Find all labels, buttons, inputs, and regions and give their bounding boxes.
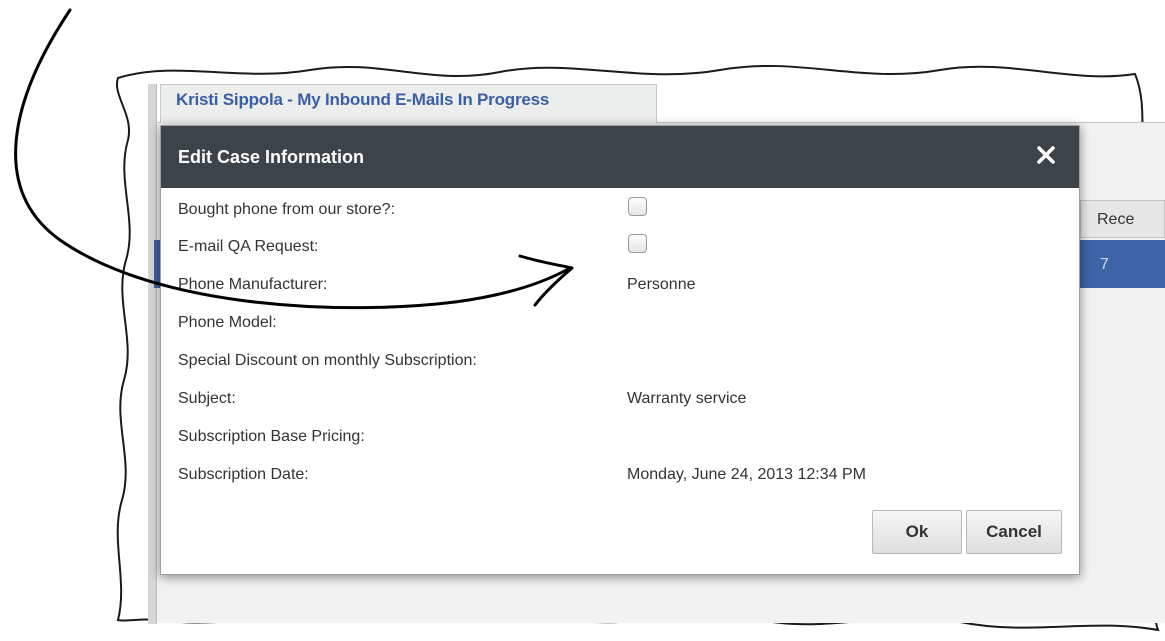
bought-phone-checkbox[interactable] bbox=[628, 197, 647, 216]
field-row-subscription-date: Subscription Date: Monday, June 24, 2013… bbox=[178, 466, 1058, 496]
background-selected-row[interactable]: 7 bbox=[1080, 240, 1165, 288]
field-row-phone-manufacturer: Phone Manufacturer: Personne bbox=[178, 276, 1058, 306]
background-column-header: Rece bbox=[1080, 200, 1165, 238]
field-value: Monday, June 24, 2013 12:34 PM bbox=[627, 466, 866, 483]
background-tab-title: Kristi Sippola - My Inbound E-Mails In P… bbox=[176, 90, 550, 109]
field-label: Subject: bbox=[178, 390, 236, 407]
cancel-button[interactable]: Cancel bbox=[966, 510, 1062, 554]
ok-button[interactable]: Ok bbox=[872, 510, 962, 554]
field-label: Special Discount on monthly Subscription… bbox=[178, 352, 477, 369]
screenshot-stage: Kristi Sippola - My Inbound E-Mails In P… bbox=[0, 0, 1165, 641]
field-row-subject: Subject: Warranty service bbox=[178, 390, 1058, 420]
dialog-title: Edit Case Information bbox=[178, 147, 365, 167]
close-icon-glyph bbox=[1037, 146, 1055, 164]
field-row-special-discount: Special Discount on monthly Subscription… bbox=[178, 352, 1058, 382]
background-side-strip bbox=[148, 84, 157, 624]
field-value: Warranty service bbox=[627, 390, 747, 407]
field-row-bought-phone: Bought phone from our store?: bbox=[178, 197, 1058, 231]
field-label: Phone Model: bbox=[178, 314, 277, 331]
field-label: Subscription Base Pricing: bbox=[178, 428, 365, 445]
field-row-email-qa: E-mail QA Request: bbox=[178, 234, 1058, 268]
field-label: E-mail QA Request: bbox=[178, 238, 319, 255]
close-icon[interactable] bbox=[1035, 144, 1057, 166]
field-label: Subscription Date: bbox=[178, 466, 309, 483]
edit-case-dialog: Edit Case Information Bought phone from … bbox=[160, 125, 1080, 575]
field-label: Bought phone from our store?: bbox=[178, 201, 396, 218]
field-row-subscription-base-pricing: Subscription Base Pricing: bbox=[178, 428, 1058, 458]
field-label: Phone Manufacturer: bbox=[178, 276, 328, 293]
dialog-header: Edit Case Information bbox=[161, 126, 1079, 188]
email-qa-checkbox[interactable] bbox=[628, 234, 647, 253]
field-row-phone-model: Phone Model: bbox=[178, 314, 1058, 344]
field-value: Personne bbox=[627, 276, 696, 293]
